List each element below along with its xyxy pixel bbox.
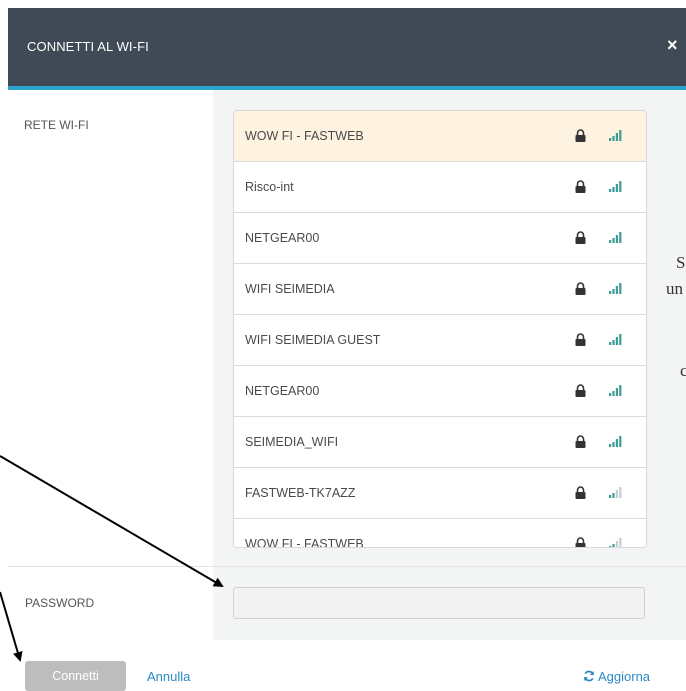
network-name: FASTWEB-TK7AZZ: [245, 486, 356, 500]
signal-strength-icon: [609, 486, 623, 501]
dialog-header: CONNETTI AL WI-FI ×: [8, 8, 686, 86]
lock-icon: [575, 129, 586, 145]
signal-strength-icon: [609, 384, 623, 399]
dialog-title: CONNETTI AL WI-FI: [27, 39, 149, 54]
network-item[interactable]: WOW FI - FASTWEB: [234, 519, 646, 548]
lock-icon: [575, 231, 586, 247]
signal-strength-icon: [609, 333, 623, 348]
lock-icon: [575, 486, 586, 502]
network-name: SEIMEDIA_WIFI: [245, 435, 339, 449]
refresh-label: Aggiorna: [598, 669, 651, 684]
signal-strength-icon: [609, 129, 623, 144]
refresh-icon: [583, 670, 595, 685]
network-name: Risco-int: [245, 180, 294, 194]
wifi-network-label: RETE WI-FI: [24, 118, 89, 132]
network-item[interactable]: SEIMEDIA_WIFI: [234, 417, 646, 468]
network-item[interactable]: WIFI SEIMEDIA GUEST: [234, 315, 646, 366]
password-input[interactable]: [233, 587, 645, 619]
side-text-2: un: [666, 279, 683, 298]
password-label: PASSWORD: [25, 596, 95, 610]
signal-strength-icon: [609, 180, 623, 195]
network-item[interactable]: Risco-int: [234, 162, 646, 213]
label-column: [8, 90, 213, 640]
side-text-1: S: [676, 253, 686, 272]
network-list[interactable]: WOW FI - FASTWEB Risco-int NETGEAR00 WIFI S…: [233, 110, 647, 548]
signal-strength-icon: [609, 435, 623, 450]
password-separator: [8, 566, 686, 567]
network-item[interactable]: NETGEAR00: [234, 213, 646, 264]
network-name: WIFI SEIMEDIA: [245, 282, 335, 296]
cancel-link[interactable]: Annulla: [147, 669, 190, 684]
lock-icon: [575, 282, 586, 298]
lock-icon: [575, 384, 586, 400]
side-text-3: c: [680, 361, 686, 380]
network-name: WIFI SEIMEDIA GUEST: [245, 333, 381, 347]
network-name: WOW FI - FASTWEB: [245, 129, 364, 143]
connect-button[interactable]: Connetti: [25, 661, 126, 691]
lock-icon: [575, 537, 586, 547]
lock-icon: [575, 180, 586, 196]
lock-icon: [575, 435, 586, 451]
signal-strength-icon: [609, 537, 623, 547]
signal-strength-icon: [609, 231, 623, 246]
network-name: NETGEAR00: [245, 231, 320, 245]
network-item[interactable]: NETGEAR00: [234, 366, 646, 417]
network-item[interactable]: WOW FI - FASTWEB: [234, 111, 646, 162]
signal-strength-icon: [609, 282, 623, 297]
refresh-link[interactable]: Aggiorna: [583, 669, 650, 685]
network-name: NETGEAR00: [245, 384, 320, 398]
network-item[interactable]: FASTWEB-TK7AZZ: [234, 468, 646, 519]
lock-icon: [575, 333, 586, 349]
network-item[interactable]: WIFI SEIMEDIA: [234, 264, 646, 315]
close-icon[interactable]: ×: [667, 35, 678, 56]
network-name: WOW FI - FASTWEB: [245, 537, 364, 548]
